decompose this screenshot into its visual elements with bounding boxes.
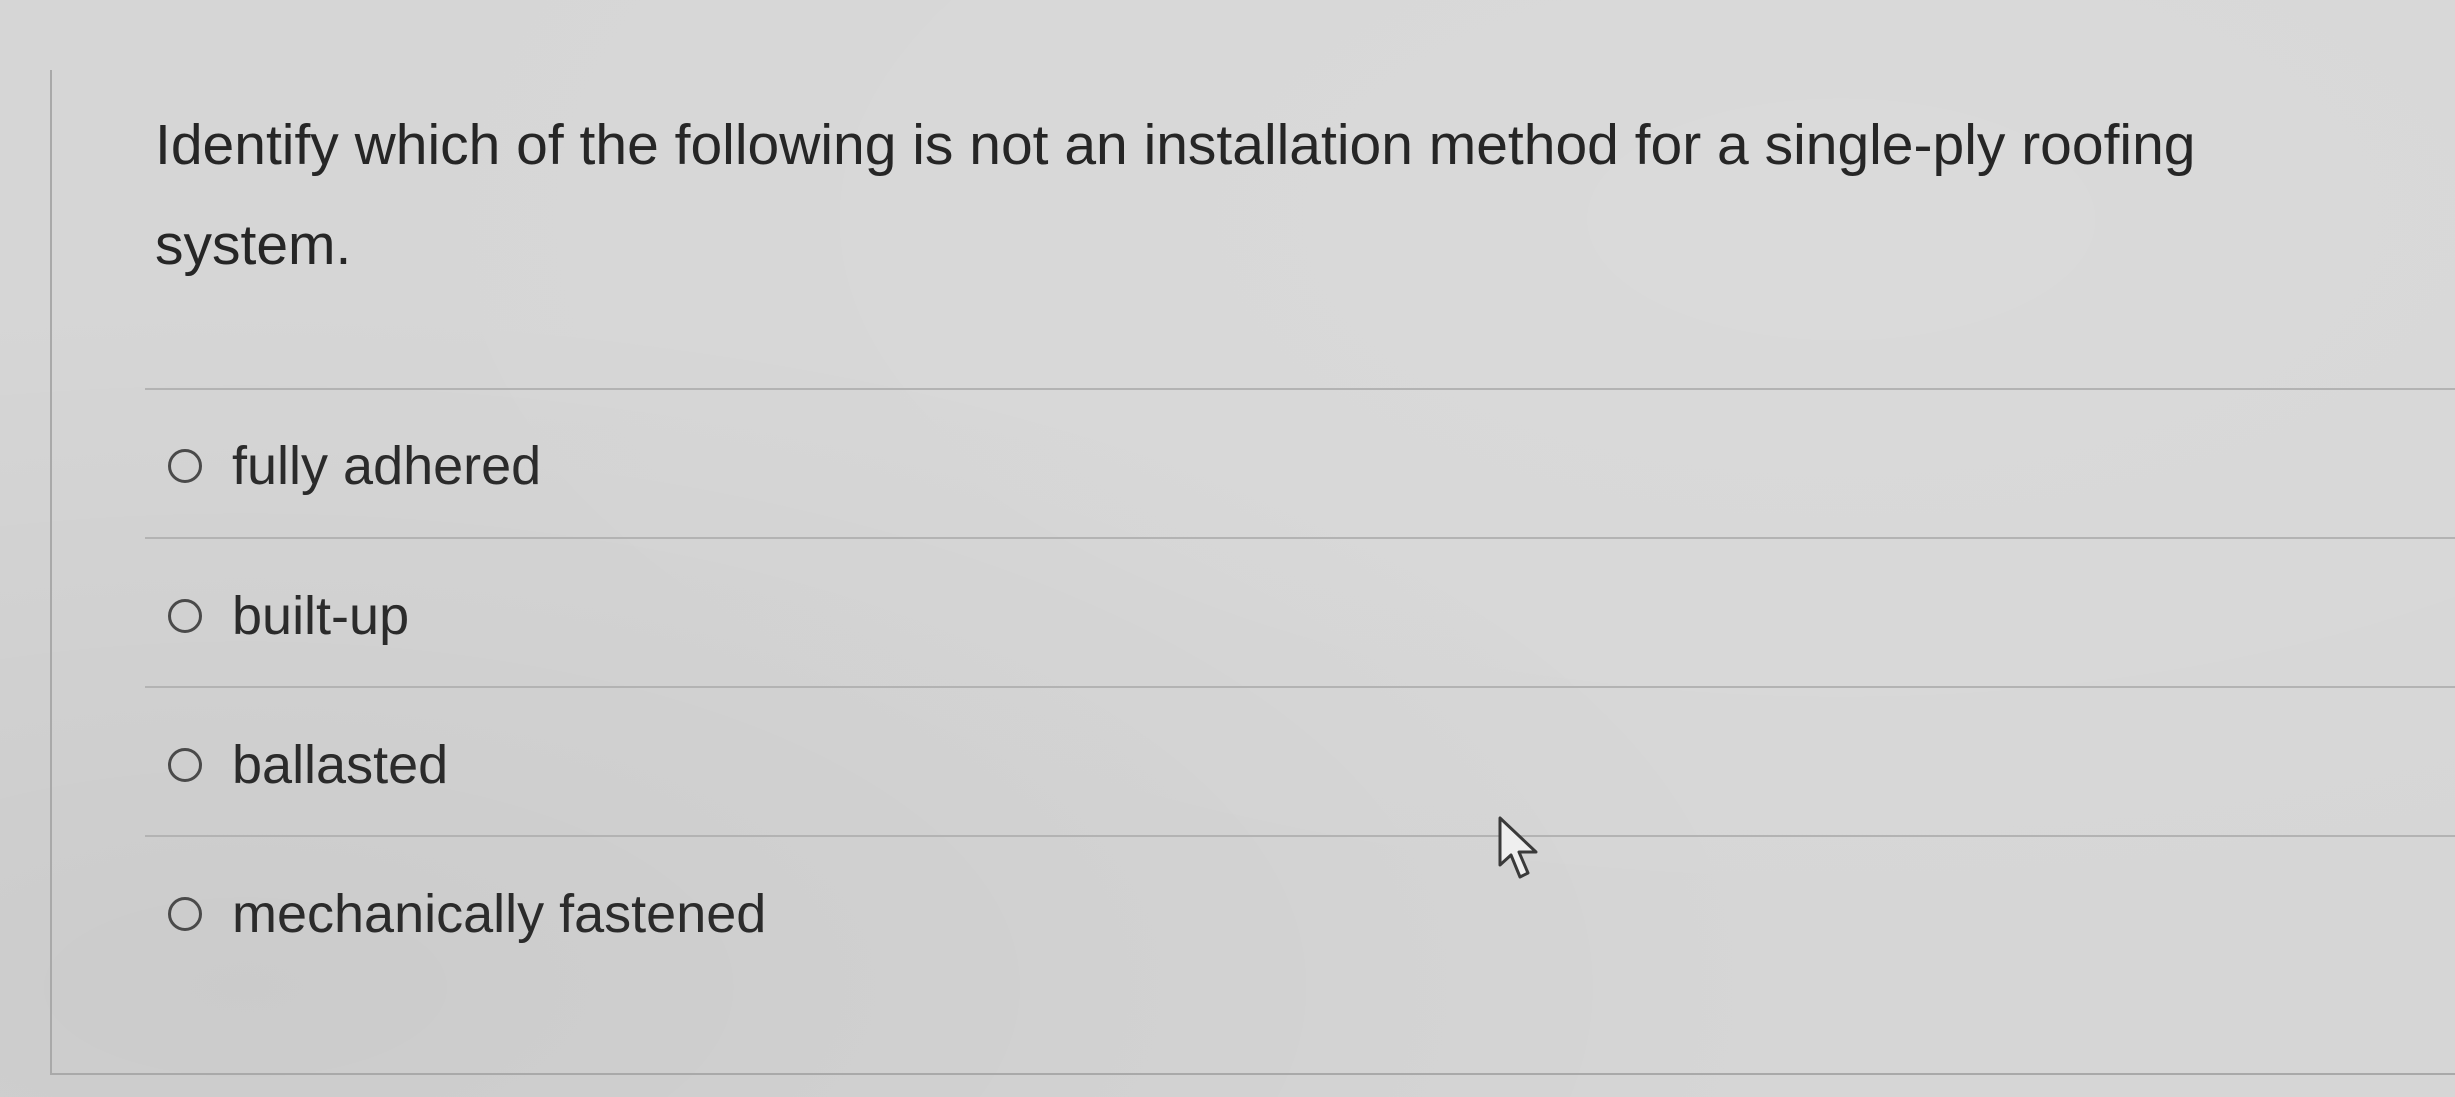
- option-ballasted[interactable]: ballasted: [168, 725, 448, 805]
- option-fully-adhered[interactable]: fully adhered: [168, 426, 541, 506]
- option-label: ballasted: [232, 735, 449, 795]
- radio-button[interactable]: [168, 748, 202, 782]
- option-mechanically-fastened[interactable]: mechanically fastened: [168, 874, 766, 954]
- option-label: fully adhered: [232, 436, 542, 496]
- option-built-up[interactable]: built-up: [168, 576, 409, 656]
- radio-button[interactable]: [168, 599, 202, 633]
- divider: [145, 537, 2455, 539]
- divider: [145, 686, 2455, 688]
- radio-button[interactable]: [168, 897, 202, 931]
- radio-button[interactable]: [168, 449, 202, 483]
- option-label: mechanically fastened: [232, 884, 767, 944]
- arrow-pointer-icon: [1498, 816, 1538, 879]
- option-label: built-up: [232, 586, 410, 646]
- divider: [145, 388, 2455, 390]
- divider: [145, 835, 2455, 837]
- question-text: Identify which of the following is not a…: [155, 113, 2196, 277]
